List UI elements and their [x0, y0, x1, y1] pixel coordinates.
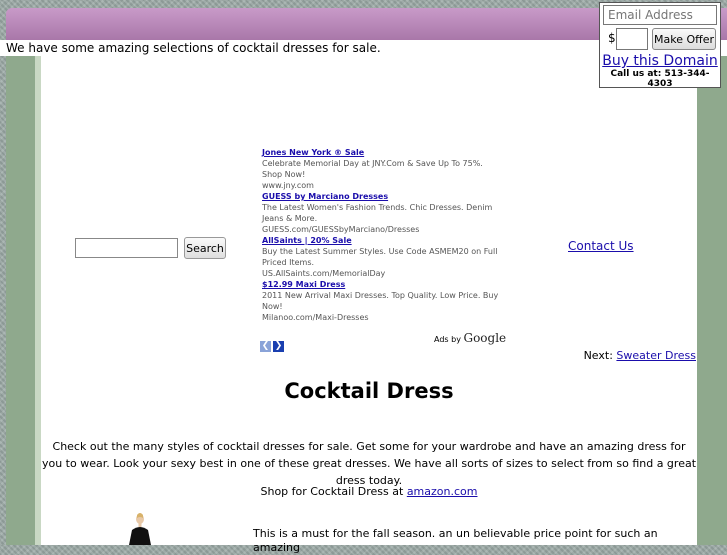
next-label: Next:: [583, 349, 613, 362]
email-field[interactable]: [603, 5, 717, 25]
ads-by-google[interactable]: Ads by Google: [434, 331, 506, 345]
ad-url: www.jny.com: [262, 181, 314, 190]
ad-text: Buy the Latest Summer Styles. Use Code A…: [262, 247, 498, 267]
currency-symbol: $: [608, 31, 616, 45]
domain-offer-box: $ Make Offer Buy this Domain Call us at:…: [599, 2, 721, 89]
search-button[interactable]: Search: [184, 237, 226, 259]
ad-text: 2011 New Arrival Maxi Dresses. Top Quali…: [262, 291, 499, 311]
ads-by-label: Ads by: [434, 335, 461, 344]
next-nav: Next: Sweater Dress: [584, 349, 696, 362]
ad-url: GUESS.com/GUESSbyMarciano/Dresses: [262, 225, 420, 234]
ad-item: $12.99 Maxi Dress 2011 New Arrival Maxi …: [262, 279, 502, 323]
product-image[interactable]: [120, 510, 160, 545]
page-title: Cocktail Dress: [284, 379, 454, 403]
chevron-left-icon[interactable]: ❮: [260, 341, 271, 352]
ad-text: Celebrate Memorial Day at JNY.Com & Save…: [262, 159, 483, 179]
ad-item: GUESS by Marciano Dresses The Latest Wom…: [262, 191, 502, 235]
call-us-text: Call us at: 513-344-4303: [610, 69, 710, 89]
ad-title-link[interactable]: Jones New York ® Sale: [262, 147, 502, 158]
make-offer-button[interactable]: Make Offer: [652, 28, 716, 50]
ad-title-link[interactable]: GUESS by Marciano Dresses: [262, 191, 502, 202]
chevron-right-icon[interactable]: ❯: [273, 341, 284, 352]
ad-block: Jones New York ® Sale Celebrate Memorial…: [262, 147, 502, 323]
ad-title-link[interactable]: AllSaints | 20% Sale: [262, 235, 502, 246]
ad-item: AllSaints | 20% Sale Buy the Latest Summ…: [262, 235, 502, 279]
ad-item: Jones New York ® Sale Celebrate Memorial…: [262, 147, 502, 191]
ad-title-link[interactable]: $12.99 Maxi Dress: [262, 279, 502, 290]
product-description: This is a must for the fall season. an u…: [253, 527, 658, 554]
next-page-link[interactable]: Sweater Dress: [616, 349, 696, 362]
offer-amount-input[interactable]: [616, 28, 648, 50]
shop-text: Shop for Cocktail Dress at: [260, 485, 404, 498]
amazon-link[interactable]: amazon.com: [407, 485, 478, 498]
ad-url: Milanoo.com/Maxi-Dresses: [262, 313, 369, 322]
right-border: [697, 56, 727, 545]
ad-url: US.AllSaints.com/MemorialDay: [262, 269, 386, 278]
ad-nav: ❮ ❯: [260, 333, 286, 352]
left-border: [6, 56, 35, 545]
buy-domain-link[interactable]: Buy this Domain: [600, 53, 720, 69]
ad-text: The Latest Women's Fashion Trends. Chic …: [262, 203, 493, 223]
search-input[interactable]: [75, 238, 178, 258]
google-logo: Google: [463, 331, 507, 345]
shop-line: Shop for Cocktail Dress at amazon.com: [41, 485, 697, 498]
contact-us-link[interactable]: Contact Us: [568, 239, 634, 253]
intro-text: Check out the many styles of cocktail dr…: [41, 440, 697, 487]
